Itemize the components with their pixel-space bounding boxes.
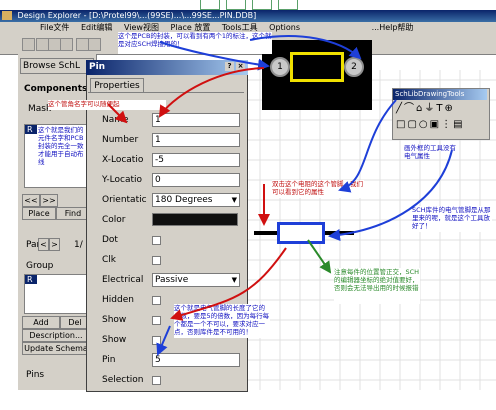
arrow-to-name-field [107, 103, 128, 124]
arrow-grid-note [307, 239, 332, 274]
arrow-pin-length [170, 247, 287, 321]
arrow-to-pin-field [156, 325, 171, 356]
arrow-outline-tool [338, 99, 397, 193]
arrow-pad-to-name [158, 67, 265, 118]
annotation-arrows [107, 35, 453, 356]
arrow-to-pad-2 [249, 35, 362, 60]
arrow-pin-tool [328, 149, 453, 241]
arrow-to-pad-1 [159, 41, 270, 71]
